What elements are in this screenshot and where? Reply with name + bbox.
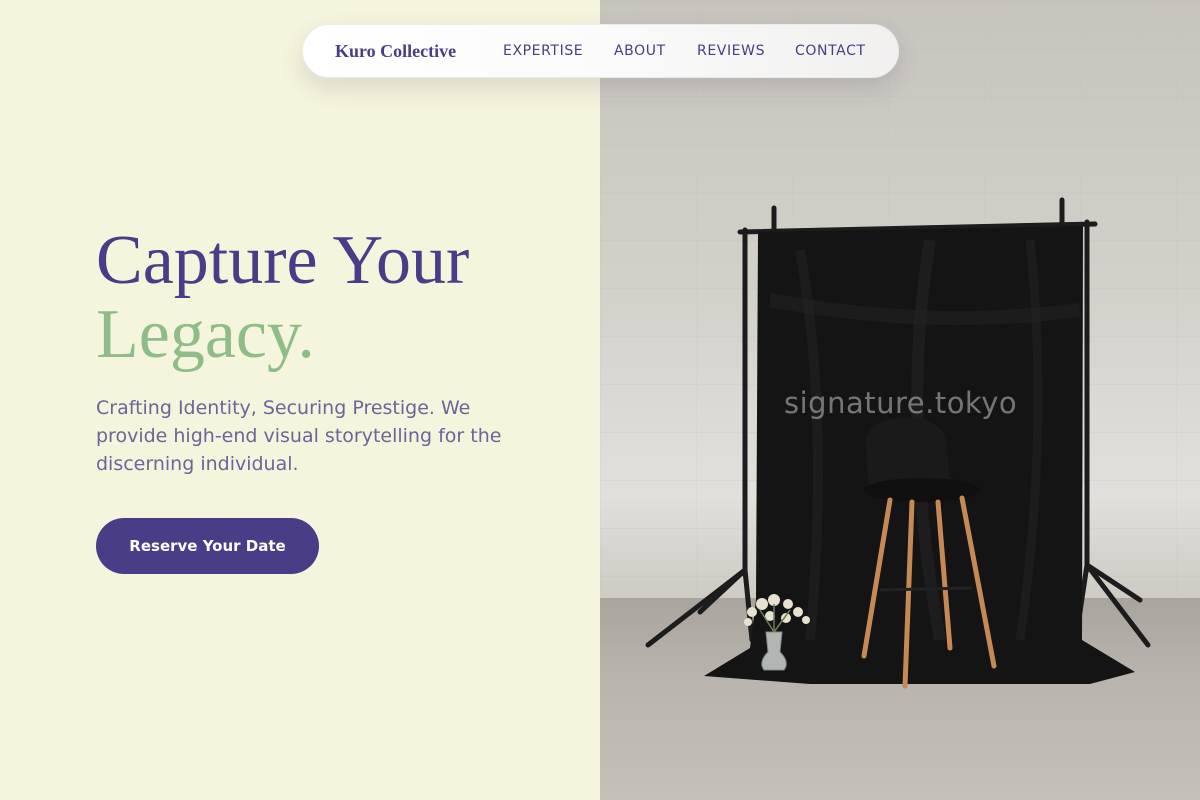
hero-title-line2: Legacy. (96, 296, 315, 373)
hero-title: Capture Your Legacy. (96, 224, 469, 372)
nav-link-reviews[interactable]: REVIEWS (697, 43, 765, 59)
nav-link-about[interactable]: ABOUT (614, 43, 666, 59)
hero-left-panel: Capture Your Legacy. Crafting Identity, … (0, 0, 600, 800)
top-navigation: Kuro Collective EXPERTISE ABOUT REVIEWS … (302, 24, 899, 78)
reserve-date-button[interactable]: Reserve Your Date (96, 518, 319, 574)
nav-link-contact[interactable]: CONTACT (795, 43, 866, 59)
brand-logo[interactable]: Kuro Collective (335, 41, 456, 62)
nav-link-expertise[interactable]: EXPERTISE (503, 43, 583, 59)
photo-watermark: signature.tokyo (784, 386, 1018, 420)
hero-title-line1: Capture Your (96, 222, 470, 299)
hero-subtitle: Crafting Identity, Securing Prestige. We… (96, 397, 502, 475)
hero-photo: signature.tokyo (600, 0, 1200, 800)
